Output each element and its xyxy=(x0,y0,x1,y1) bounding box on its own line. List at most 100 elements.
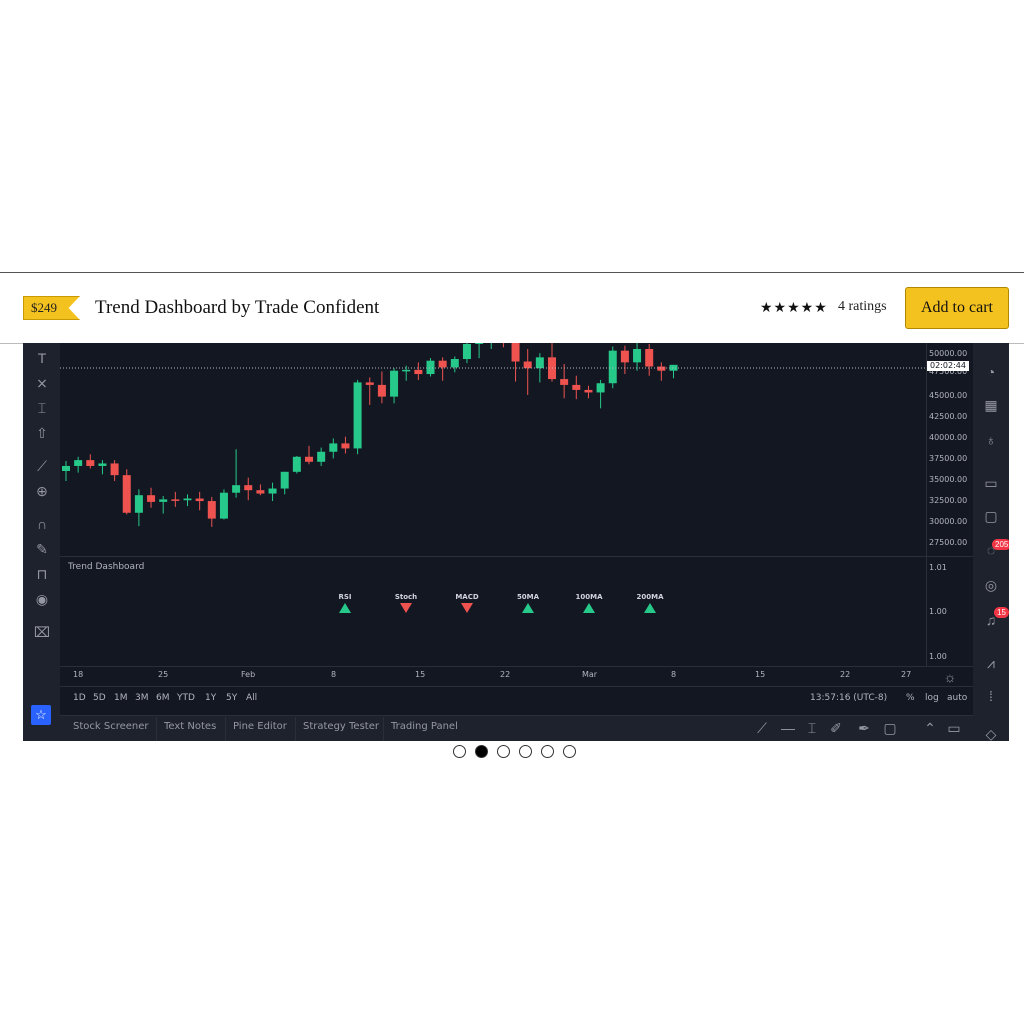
pen-icon[interactable]: ✒ xyxy=(855,719,873,737)
arrow-down-icon xyxy=(461,603,473,613)
tab-trading-panel[interactable]: Trading Panel xyxy=(391,721,458,732)
carousel-dot[interactable] xyxy=(563,745,576,758)
text-tool-icon[interactable]: T xyxy=(33,349,51,367)
brush-icon[interactable]: ✐ xyxy=(827,719,845,737)
ruler-icon[interactable]: ⟋ xyxy=(33,457,51,475)
right-sidebar-toolbar: ◔ ▦ ♁ ▭ ▢ ◌ 205 ◎ ♫ 15 ⩘ ⁞ ◇ xyxy=(973,343,1009,741)
indicator-title: Trend Dashboard xyxy=(68,562,145,572)
price-axis-label: 27500.00 xyxy=(929,538,968,547)
time-axis-label: 22 xyxy=(840,670,851,679)
auto-toggle[interactable]: auto xyxy=(947,693,967,703)
candle-body xyxy=(195,498,204,502)
pencil-lock-icon[interactable]: ✎ xyxy=(33,540,51,558)
indicator-macd: MACD xyxy=(447,593,487,613)
candle-body xyxy=(511,343,520,362)
candle-body xyxy=(645,348,654,367)
candle-body xyxy=(280,471,289,489)
time-axis-label: 8 xyxy=(671,670,677,679)
ratings-count-link[interactable]: 4 ratings xyxy=(838,299,887,315)
candle-body xyxy=(110,463,119,476)
zoom-in-icon[interactable]: ⊕ xyxy=(33,482,51,500)
carousel-dot[interactable] xyxy=(541,745,554,758)
candle-body xyxy=(159,499,168,502)
messages-icon[interactable]: ▢ xyxy=(982,507,1000,525)
tab-strategy-tester[interactable]: Strategy Tester xyxy=(303,721,379,732)
collapse-panel-icon[interactable]: ⌃ xyxy=(921,719,939,737)
percent-toggle[interactable]: % xyxy=(906,693,915,703)
lightbulb-icon[interactable]: ♁ xyxy=(982,431,1000,449)
range-button-all[interactable]: All xyxy=(246,693,257,703)
rating-stars-icon[interactable]: ★★★★★ xyxy=(760,299,828,316)
indicator-label: Stoch xyxy=(394,593,418,601)
range-button-1m[interactable]: 1M xyxy=(114,693,128,703)
horizontal-line-icon[interactable]: — xyxy=(779,719,797,737)
alerts-badge: 15 xyxy=(994,607,1009,618)
range-button-5y[interactable]: 5Y xyxy=(226,693,237,703)
candle-body xyxy=(596,383,605,393)
candle-body xyxy=(268,488,277,494)
indicator-label: 200MA xyxy=(636,593,664,601)
candle-body xyxy=(402,369,411,372)
arrow-down-icon xyxy=(400,603,412,613)
range-button-1d[interactable]: 1D xyxy=(73,693,86,703)
dom-icon[interactable]: ⁞ xyxy=(982,687,1000,705)
candle-body xyxy=(633,348,642,363)
candle-body xyxy=(62,465,70,471)
price-axis-label: 35000.00 xyxy=(929,475,968,484)
carousel-dot[interactable] xyxy=(475,745,488,758)
tab-pine-editor[interactable]: Pine Editor xyxy=(233,721,287,732)
clock-icon[interactable]: ◔ xyxy=(982,363,1000,381)
indicator-200ma: 200MA xyxy=(630,593,670,613)
candle-body xyxy=(207,501,216,519)
tab-divider xyxy=(225,717,226,741)
text-cursor-icon[interactable]: ⌶ xyxy=(803,719,821,737)
tab-text-notes[interactable]: Text Notes xyxy=(164,721,216,732)
clock-readout[interactable]: 13:57:16 (UTC-8) xyxy=(810,693,887,703)
time-axis-label: 27 xyxy=(901,670,912,679)
range-button-5d[interactable]: 5D xyxy=(93,693,106,703)
calendar-icon[interactable]: ▦ xyxy=(982,396,1000,414)
eye-icon[interactable]: ◉ xyxy=(33,590,51,608)
chat-icon[interactable]: ▭ xyxy=(982,474,1000,492)
candlestick-chart[interactable] xyxy=(60,343,926,556)
range-button-ytd[interactable]: YTD xyxy=(177,693,195,703)
lock-icon[interactable]: ⊓ xyxy=(33,565,51,583)
time-axis-label: 22 xyxy=(500,670,511,679)
time-axis-label: 15 xyxy=(415,670,426,679)
measure-line-icon[interactable]: ⌶ xyxy=(33,399,51,417)
time-axis[interactable] xyxy=(60,666,973,687)
arrow-up-icon xyxy=(644,603,656,613)
range-button-3m[interactable]: 3M xyxy=(135,693,149,703)
arrow-up-icon[interactable]: ⇧ xyxy=(33,424,51,442)
add-to-cart-button[interactable]: Add to cart xyxy=(905,287,1009,329)
candle-body xyxy=(560,379,569,385)
carousel-dot[interactable] xyxy=(519,745,532,758)
rectangle-icon[interactable]: ▢ xyxy=(881,719,899,737)
pattern-tool-icon[interactable]: ⨯ xyxy=(33,374,51,392)
carousel-dot[interactable] xyxy=(453,745,466,758)
layers-icon[interactable]: ◇ xyxy=(982,725,1000,741)
trendline-tool-icon[interactable]: ⟋ xyxy=(753,719,771,737)
candle-body xyxy=(305,456,313,462)
settings-gear-icon[interactable]: ☼ xyxy=(941,668,959,686)
carousel-dot[interactable] xyxy=(497,745,510,758)
range-button-6m[interactable]: 6M xyxy=(156,693,170,703)
pane-separator[interactable] xyxy=(60,556,973,557)
trash-icon[interactable]: ⌧ xyxy=(33,623,51,641)
favorites-star-icon[interactable]: ☆ xyxy=(31,705,51,725)
trend-icon[interactable]: ⩘ xyxy=(982,654,1000,672)
tab-stock-screener[interactable]: Stock Screener xyxy=(73,721,149,732)
product-title[interactable]: Trend Dashboard by Trade Confident xyxy=(95,296,379,320)
candle-body xyxy=(353,382,362,449)
log-toggle[interactable]: log xyxy=(925,693,939,703)
maximize-panel-icon[interactable]: ▭ xyxy=(945,719,963,737)
last-price-line xyxy=(60,367,926,369)
candle-body xyxy=(171,499,180,501)
broadcast-icon[interactable]: ◎ xyxy=(982,576,1000,594)
candle-body xyxy=(329,443,338,452)
candle-body xyxy=(122,475,131,513)
range-button-1y[interactable]: 1Y xyxy=(205,693,216,703)
magnet-icon[interactable]: ∩ xyxy=(33,515,51,533)
indicator-50ma: 50MA xyxy=(508,593,548,613)
price-axis-label: 45000.00 xyxy=(929,391,968,400)
